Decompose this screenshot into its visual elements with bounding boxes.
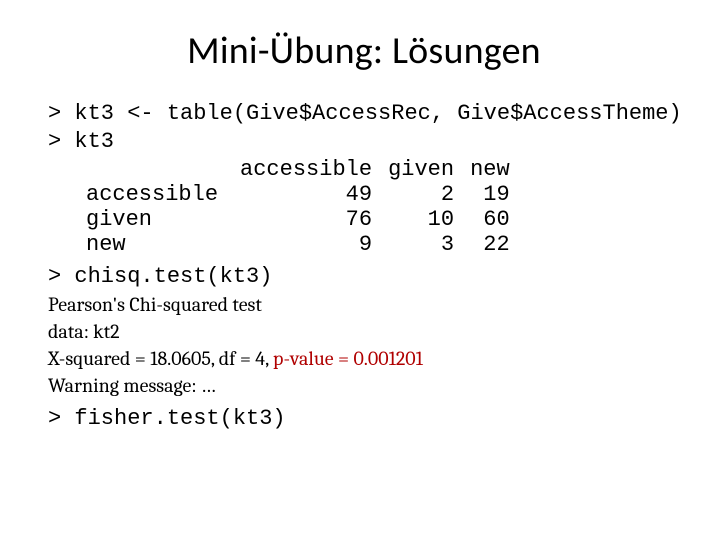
cell: 2 (380, 182, 462, 207)
row-label: new (78, 232, 232, 257)
col-header: accessible (232, 157, 380, 182)
code-line-assign: > kt3 <- table(Give$AccessRec, Give$Acce… (48, 100, 680, 128)
table-corner (78, 157, 232, 182)
table-row: given 76 10 60 (78, 207, 518, 232)
contingency-table: accessible given new accessible 49 2 19 … (78, 157, 518, 257)
table-row: accessible 49 2 19 (78, 182, 518, 207)
code-line-chisq: > chisq.test(kt3) (48, 263, 680, 291)
col-header: given (380, 157, 462, 182)
chisq-stat-prefix: X-squared = 18.0605, df = 4, (48, 347, 273, 370)
cell: 76 (232, 207, 380, 232)
slide-title: Mini-Übung: Lösungen (48, 28, 680, 74)
row-label: accessible (78, 182, 232, 207)
cell: 19 (462, 182, 518, 207)
cell: 49 (232, 182, 380, 207)
chisq-pvalue: p-value = 0.001201 (273, 347, 423, 370)
code-line-print: > kt3 (48, 128, 680, 156)
cell: 3 (380, 232, 462, 257)
cell: 60 (462, 207, 518, 232)
row-label: given (78, 207, 232, 232)
chisq-warning: Warning message: … (48, 372, 680, 399)
chisq-title: Pearson's Chi-squared test (48, 291, 680, 318)
cell: 9 (232, 232, 380, 257)
cell: 22 (462, 232, 518, 257)
col-header: new (462, 157, 518, 182)
chisq-stats: X-squared = 18.0605, df = 4, p-value = 0… (48, 345, 680, 372)
cell: 10 (380, 207, 462, 232)
chisq-data-line: data: kt2 (48, 318, 680, 345)
code-line-fisher: > fisher.test(kt3) (48, 405, 680, 433)
table-row: new 9 3 22 (78, 232, 518, 257)
